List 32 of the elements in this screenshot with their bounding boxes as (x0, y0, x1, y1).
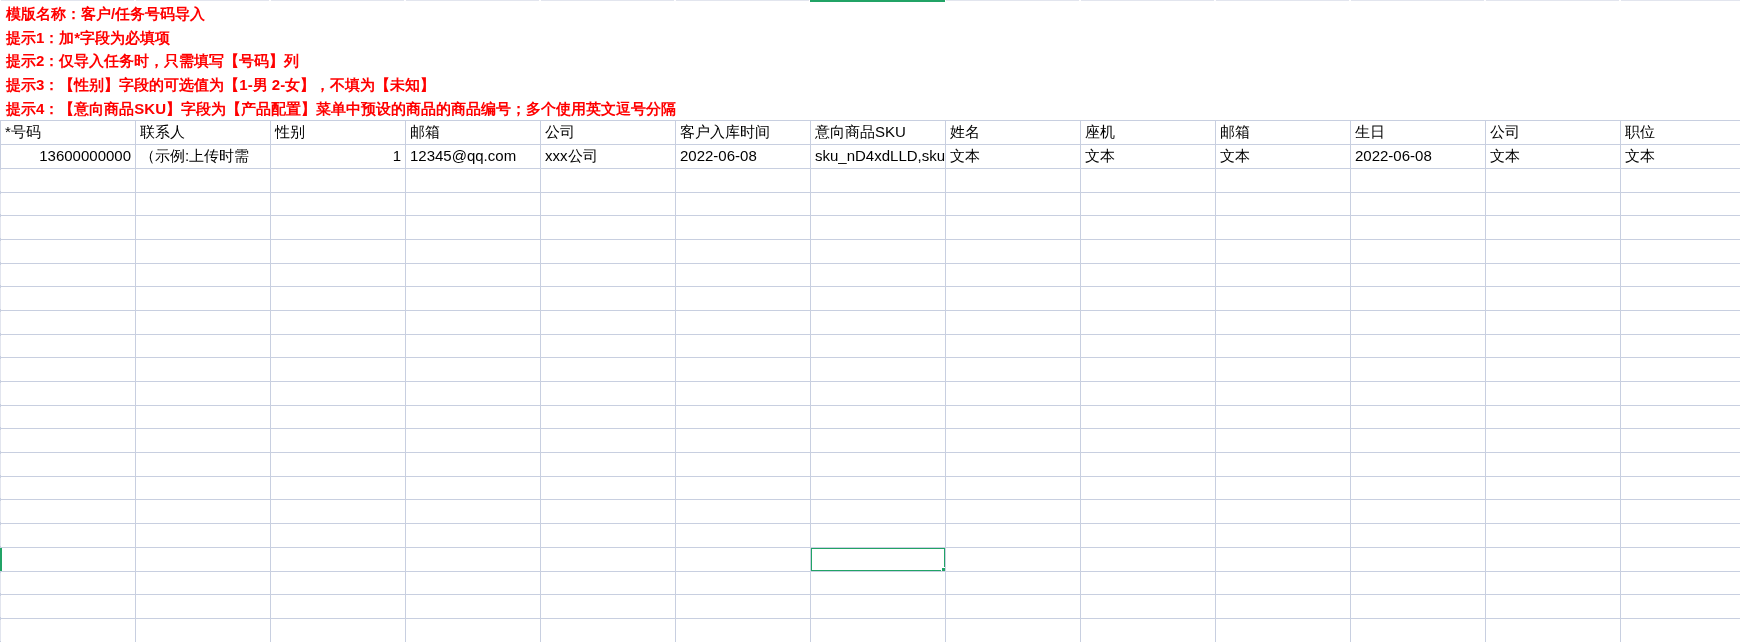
column-header[interactable]: 公司 (1486, 121, 1621, 145)
table-cell[interactable]: 文本 (1621, 145, 1740, 168)
column-header[interactable]: 职位 (1621, 121, 1740, 145)
table-cell[interactable]: 文本 (1486, 145, 1621, 168)
table-cell[interactable]: （示例:上传时需 (136, 145, 271, 168)
column-header[interactable]: 联系人 (136, 121, 271, 145)
selected-cell[interactable] (811, 547, 945, 571)
instruction-text: 模版名称：客户/任务号码导入 (4, 4, 207, 24)
column-header[interactable]: 性别 (271, 121, 406, 145)
column-header[interactable]: 公司 (541, 121, 676, 145)
table-cell[interactable]: 13600000000 (1, 145, 136, 168)
column-header[interactable]: 生日 (1351, 121, 1486, 145)
column-header[interactable]: 姓名 (946, 121, 1081, 145)
table-cell[interactable]: 2022-06-08 (676, 145, 811, 168)
instruction-text: 提示2：仅导入任务时，只需填写【号码】列 (5, 51, 301, 72)
instruction-text: 提示3：【性别】字段的可选值为【1-男 2-女】，不填为【未知】 (5, 75, 437, 96)
table-cell[interactable]: 12345@qq.com (406, 145, 541, 168)
column-header[interactable]: 意向商品SKU (811, 121, 946, 145)
table-cell[interactable]: sku_nD4xdLLD,sku (811, 145, 946, 168)
column-header[interactable]: 邮箱 (1216, 121, 1351, 145)
column-header[interactable]: 邮箱 (406, 121, 541, 145)
column-header[interactable]: 客户入库时间 (676, 121, 811, 145)
table-cell[interactable]: xxx公司 (541, 145, 676, 168)
instruction-text: 提示1：加*字段为必填项 (5, 27, 172, 48)
table-cell[interactable]: 2022-06-08 (1351, 145, 1486, 168)
instruction-text: 提示4：【意向商品SKU】字段为【产品配置】菜单中预设的商品的商品编号；多个使用英文逗号分隔 (5, 98, 677, 119)
table-cell[interactable]: 文本 (1081, 145, 1216, 168)
table-cell[interactable]: 文本 (946, 145, 1081, 168)
column-header[interactable]: 座机 (1081, 121, 1216, 145)
column-header[interactable]: *号码 (1, 121, 136, 145)
table-cell[interactable]: 文本 (1216, 145, 1351, 168)
table-cell[interactable]: 1 (271, 145, 406, 168)
